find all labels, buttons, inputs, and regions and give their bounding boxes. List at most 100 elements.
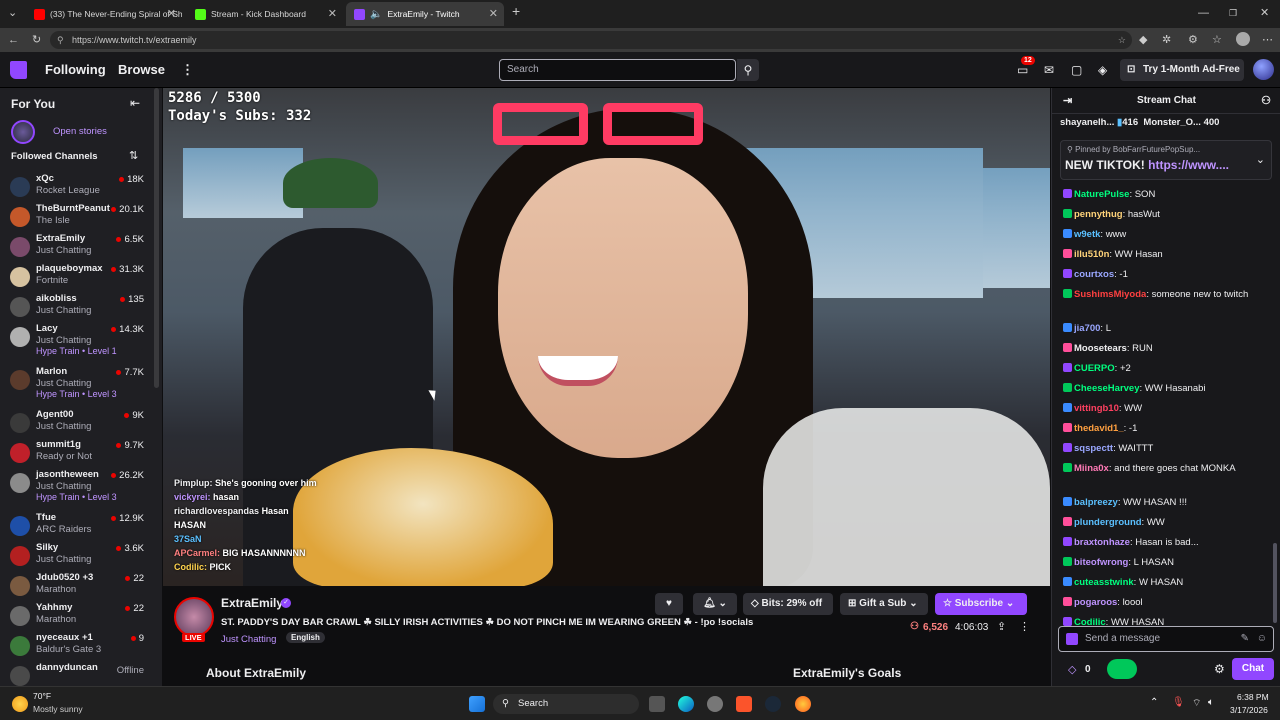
chat-username[interactable]: jia700 [1074,323,1100,334]
volume-icon[interactable]: 🔈︎ [1208,697,1214,708]
firefox-icon[interactable] [795,696,811,712]
sidebar-channel-aikobliss[interactable]: aikobliss Just Chatting 135 [0,293,150,323]
inbox-icon[interactable]: ✉ [1044,63,1054,77]
more-options-icon[interactable]: ⋮ [1019,620,1030,633]
chat-scrollbar[interactable] [1273,543,1277,623]
subscribe-button[interactable]: ☆ Subscribe ⌄ [935,593,1027,615]
minimize-icon[interactable]: — [1198,7,1209,19]
tab-twitch[interactable]: 🔈 ExtraEmily - Twitch ✕ [346,2,504,26]
sidebar-channel-xqc[interactable]: xQc Rocket League 18K [0,173,150,203]
sidebar-channel-plaqueboymax[interactable]: plaqueboymax Fortnite 31.3K [0,263,150,293]
taskbar-search[interactable]: ⚲ Search [493,694,639,714]
wallet-icon[interactable]: ⚙ [1188,34,1198,46]
chat-username[interactable]: vittingb10 [1074,403,1119,414]
open-stories-link[interactable]: Open stories [53,126,107,137]
prime-crown-icon[interactable]: ◈ [1098,63,1107,77]
sidebar-channel-extraemily[interactable]: ExtraEmily Just Chatting 6.5K [0,233,150,263]
emote-icon[interactable]: ☺ [1257,627,1267,651]
sort-icon[interactable]: ⇅ [129,149,138,162]
favorites-icon[interactable]: ☆ [1212,34,1222,46]
video-player[interactable]: 5286 / 5300 Today's Subs: 332 Pimplup: S… [163,88,1050,586]
wifi-icon[interactable]: ⌔ [1192,697,1201,710]
sidebar-channel-nyeceaux-1[interactable]: nyeceaux +1 Baldur's Gate 3 9 [0,632,150,662]
chat-settings-icon[interactable]: ⚙ [1214,662,1225,676]
search-input[interactable]: Search [499,59,736,81]
sidebar-channel-silky[interactable]: Silky Just Chatting 3.6K [0,542,150,572]
channel-points-icon[interactable]: ◇ [1068,663,1076,676]
back-icon[interactable]: ← [8,34,19,46]
bits-cheer-icon[interactable]: ✎ [1241,627,1249,651]
tab-list-icon[interactable]: ⌄ [8,7,17,19]
chat-username[interactable]: NaturePulse [1074,189,1129,200]
site-info-icon[interactable]: ⚲ [57,31,64,49]
search-icon[interactable]: ⚲ [737,59,759,81]
language-tag[interactable]: English [286,632,325,643]
collapse-sidebar-icon[interactable]: ⇤ [130,96,140,110]
sidebar-channel-yahhmy[interactable]: Yahhmy Marathon 22 [0,602,150,632]
channel-name[interactable]: ExtraEmily [221,596,283,610]
chat-username[interactable]: thedavid1_ [1074,423,1124,434]
community-icon[interactable]: ⚇ [1261,88,1271,114]
app-icon[interactable] [707,696,723,712]
chat-username[interactable]: CheeseHarvey [1074,383,1140,394]
chat-username[interactable]: balpreezy [1074,497,1118,508]
puzzle-icon[interactable]: ✲ [1162,34,1171,46]
chat-input[interactable]: Send a message ✎ ☺ [1058,626,1274,652]
microphone-icon[interactable]: 🎙︎ [1172,697,1185,708]
more-menu-icon[interactable]: ⋮ [181,62,194,78]
brave-icon[interactable] [736,696,752,712]
windows-start-icon[interactable] [469,696,485,712]
tab-kick[interactable]: Stream - Kick Dashboard ✕ [187,2,343,26]
close-icon[interactable]: ✕ [328,7,337,20]
bits-button[interactable]: ◇ Bits: 29% off [743,593,833,615]
task-view-icon[interactable] [649,696,665,712]
whispers-icon[interactable]: ▢ [1071,63,1082,77]
pinned-link[interactable]: https://www.... [1148,158,1229,172]
try-ad-free-button[interactable]: ⊡ Try 1-Month Ad-Free [1120,59,1244,81]
category-link[interactable]: Just Chatting [221,634,276,645]
follow-heart-button[interactable]: ♥ [655,593,683,615]
sidebar-channel-summit1g[interactable]: summit1g Ready or Not 9.7K [0,439,150,469]
notifications-icon[interactable]: ▭ [1017,63,1028,77]
chat-username[interactable]: braxtonhaze [1074,537,1130,548]
extension-icon[interactable]: ◆ [1139,34,1147,46]
claim-bonus-button[interactable] [1107,659,1137,679]
chat-send-button[interactable]: Chat [1232,658,1274,680]
chat-username[interactable]: Miina0x [1074,463,1109,474]
chat-username[interactable]: pennythug [1074,209,1123,220]
chevron-down-icon[interactable]: ⌄ [1256,153,1265,166]
reload-icon[interactable]: ↻ [32,34,41,46]
chat-username[interactable]: Moosetears [1074,343,1127,354]
window-close-icon[interactable]: ✕ [1260,7,1269,19]
chat-username[interactable]: plunderground [1074,517,1142,528]
profile-avatar[interactable] [1236,32,1250,46]
sidebar-channel-tfue[interactable]: Tfue ARC Raiders 12.9K [0,512,150,542]
sidebar-channel-marlon[interactable]: Marlon Just Chatting Hype Train • Level 3 7… [0,366,150,399]
gift-sub-button[interactable]: ⊞ Gift a Sub ⌄ [840,593,928,615]
notification-bell-button[interactable]: 🔔︎ ⌄ [693,593,737,615]
chat-username[interactable]: w9etk [1074,229,1100,240]
sidebar-channel-jdub0520-3[interactable]: Jdub0520 +3 Marathon 22 [0,572,150,602]
stories-avatar[interactable] [11,120,35,144]
user-avatar[interactable] [1253,59,1274,80]
sidebar-channel-dannyduncan[interactable]: dannyduncan Offline [0,662,150,686]
chat-username[interactable]: pogaroos [1074,597,1117,608]
chat-username[interactable]: SushimsMiyoda [1074,289,1146,300]
pinned-message[interactable]: ⚲ Pinned by BobFarrFuturePopSup... NEW T… [1060,140,1272,180]
chat-badge-icon[interactable] [1066,633,1078,645]
tab-youtube[interactable]: (33) The Never-Ending Spiral of Sh ✕ [26,2,182,26]
url-field[interactable]: ⚲ https://www.twitch.tv/extraemily ☆ [50,31,1132,49]
gift-leaderboard[interactable]: shayanelh... ▮416 Monster_O... 400 [1060,117,1280,131]
new-tab-icon[interactable]: + [512,4,520,18]
sidebar-channel-theburntpeanut[interactable]: TheBurntPeanut The Isle 20.1K [0,203,150,233]
steam-icon[interactable] [765,696,781,712]
chat-username[interactable]: sqspectt [1074,443,1113,454]
close-icon[interactable]: ✕ [167,7,176,20]
share-icon[interactable]: ⇪ [997,620,1006,633]
menu-dots-icon[interactable]: ⋯ [1262,34,1273,46]
sidebar-channel-agent00[interactable]: Agent00 Just Chatting 9K [0,409,150,439]
channel-avatar[interactable] [174,597,214,637]
sidebar-scrollbar[interactable] [154,88,159,388]
close-icon[interactable]: ✕ [489,7,498,20]
collapse-chat-icon[interactable]: ⇥ [1063,88,1072,114]
